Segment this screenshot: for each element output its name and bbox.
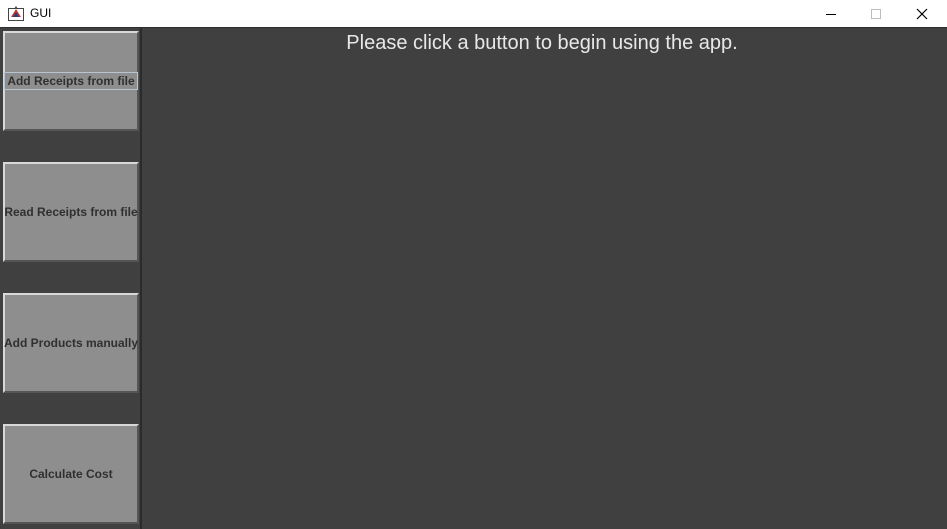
button-label: Calculate Cost: [29, 467, 113, 481]
title-bar[interactable]: GUI: [0, 0, 947, 28]
button-label: Add Products manually: [3, 336, 139, 350]
maximize-button[interactable]: [853, 0, 899, 27]
instruction-message: Please click a button to begin using the…: [346, 32, 738, 54]
maximize-icon: [870, 8, 882, 20]
main-panel: Please click a button to begin using the…: [142, 28, 947, 529]
close-button[interactable]: [899, 0, 945, 27]
read-receipts-from-file-button[interactable]: Read Receipts from file: [3, 162, 139, 262]
sidebar: Add Receipts from file Read Receipts fro…: [0, 28, 142, 529]
calculate-cost-button[interactable]: Calculate Cost: [3, 424, 139, 524]
minimize-icon: [825, 8, 837, 20]
button-label: Add Receipts from file: [4, 72, 138, 90]
minimize-button[interactable]: [808, 0, 854, 27]
add-receipts-from-file-button[interactable]: Add Receipts from file: [3, 31, 139, 131]
close-icon: [916, 8, 928, 20]
app-window: GUI Add Receipts from file Read Receipts…: [0, 0, 947, 529]
java-app-icon: [8, 5, 24, 21]
content-area: Add Receipts from file Read Receipts fro…: [0, 28, 947, 529]
add-products-manually-button[interactable]: Add Products manually: [3, 293, 139, 393]
window-title: GUI: [30, 6, 52, 20]
button-label: Read Receipts from file: [4, 205, 138, 219]
